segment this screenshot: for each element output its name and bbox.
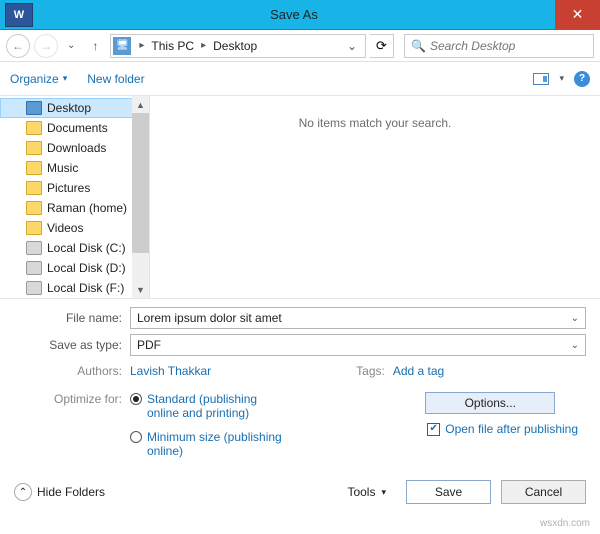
authors-label: Authors: <box>14 364 130 378</box>
folder-icon <box>26 141 42 155</box>
hide-folders-toggle[interactable]: ⌃ Hide Folders <box>14 483 105 501</box>
tree-item-local-disk-c[interactable]: Local Disk (C:) <box>0 238 149 258</box>
scroll-up-icon[interactable]: ▲ <box>132 96 149 113</box>
tools-menu[interactable]: Tools▾ <box>347 485 386 499</box>
tree-item-pictures[interactable]: Pictures <box>0 178 149 198</box>
window-title: Save As <box>33 7 555 22</box>
command-bar: Organize▾ New folder ▾ ? <box>0 62 600 96</box>
search-input[interactable] <box>430 39 587 53</box>
tree-item-desktop[interactable]: Desktop <box>0 98 149 118</box>
help-icon[interactable]: ? <box>574 71 590 87</box>
desktop-icon <box>26 101 42 115</box>
chevron-up-icon: ⌃ <box>14 483 32 501</box>
view-dropdown-icon[interactable]: ▾ <box>559 73 564 84</box>
optimize-minimum-radio[interactable]: Minimum size (publishing online) <box>130 430 287 458</box>
tree-item-downloads[interactable]: Downloads <box>0 138 149 158</box>
filename-label: File name: <box>14 311 130 325</box>
history-dropdown[interactable]: ⌄ <box>62 40 80 51</box>
saveas-type-field[interactable]: PDF⌄ <box>130 334 586 356</box>
save-button[interactable]: Save <box>406 480 491 504</box>
folder-icon <box>26 121 42 135</box>
tags-value[interactable]: Add a tag <box>393 364 444 378</box>
checkbox-icon: ✔ <box>427 423 440 436</box>
breadcrumb-segment[interactable]: Desktop <box>211 39 259 53</box>
tags-label: Tags: <box>356 364 393 378</box>
organize-menu[interactable]: Organize▾ <box>10 72 67 86</box>
back-button[interactable]: ← <box>6 34 30 58</box>
options-button[interactable]: Options... <box>425 392 555 414</box>
dialog-footer: ⌃ Hide Folders Tools▾ Save Cancel <box>0 470 600 518</box>
folder-icon <box>26 161 42 175</box>
breadcrumb[interactable]: 🖥 ▸ This PC ▸ Desktop ⌄ <box>110 34 366 58</box>
search-box[interactable]: 🔍 <box>404 34 594 58</box>
up-button[interactable]: ↑ <box>84 35 106 57</box>
scroll-down-icon[interactable]: ▼ <box>132 281 149 298</box>
watermark: wsxdn.com <box>540 518 590 529</box>
tree-scrollbar[interactable]: ▲ ▼ <box>132 96 149 298</box>
filename-field[interactable]: Lorem ipsum dolor sit amet⌄ <box>130 307 586 329</box>
folder-tree: Desktop Documents Downloads Music Pictur… <box>0 96 150 298</box>
tree-item-music[interactable]: Music <box>0 158 149 178</box>
chevron-right-icon: ▸ <box>134 40 149 51</box>
new-folder-button[interactable]: New folder <box>87 72 144 86</box>
close-button[interactable]: ✕ <box>555 0 600 29</box>
tree-item-raman-home[interactable]: Raman (home) <box>0 198 149 218</box>
forward-button[interactable]: → <box>34 34 58 58</box>
folder-icon <box>26 181 42 195</box>
tree-item-local-disk-f[interactable]: Local Disk (F:) <box>0 278 149 298</box>
authors-value[interactable]: Lavish Thakkar <box>130 364 211 378</box>
save-form: File name: Lorem ipsum dolor sit amet⌄ S… <box>0 298 600 470</box>
folder-icon <box>26 221 42 235</box>
refresh-button[interactable]: ⟳ <box>370 34 394 58</box>
tree-item-documents[interactable]: Documents <box>0 118 149 138</box>
tree-item-videos[interactable]: Videos <box>0 218 149 238</box>
file-list: No items match your search. <box>150 96 600 298</box>
empty-message: No items match your search. <box>299 116 452 130</box>
optimize-standard-radio[interactable]: Standard (publishing online and printing… <box>130 392 287 420</box>
breadcrumb-dropdown[interactable]: ⌄ <box>341 39 363 53</box>
main-area: Desktop Documents Downloads Music Pictur… <box>0 96 600 298</box>
search-icon: 🔍 <box>411 39 426 53</box>
titlebar: W Save As ✕ <box>0 0 600 30</box>
chevron-down-icon[interactable]: ⌄ <box>571 313 579 324</box>
radio-icon <box>130 431 142 443</box>
chevron-right-icon: ▸ <box>196 40 211 51</box>
saveas-label: Save as type: <box>14 338 130 352</box>
view-mode-button[interactable] <box>533 73 549 85</box>
open-after-checkbox[interactable]: ✔ Open file after publishing <box>427 422 578 436</box>
folder-icon <box>26 201 42 215</box>
drive-icon <box>26 281 42 295</box>
radio-icon <box>130 393 142 405</box>
tree-item-local-disk-d[interactable]: Local Disk (D:) <box>0 258 149 278</box>
cancel-button[interactable]: Cancel <box>501 480 586 504</box>
address-bar: ← → ⌄ ↑ 🖥 ▸ This PC ▸ Desktop ⌄ ⟳ 🔍 <box>0 30 600 62</box>
optimize-label: Optimize for: <box>14 392 130 458</box>
drive-icon <box>26 241 42 255</box>
chevron-down-icon[interactable]: ⌄ <box>571 340 579 351</box>
breadcrumb-segment[interactable]: This PC <box>149 39 196 53</box>
drive-icon <box>26 261 42 275</box>
word-icon: W <box>5 3 33 27</box>
scroll-thumb[interactable] <box>132 113 149 253</box>
pc-icon: 🖥 <box>113 37 131 55</box>
